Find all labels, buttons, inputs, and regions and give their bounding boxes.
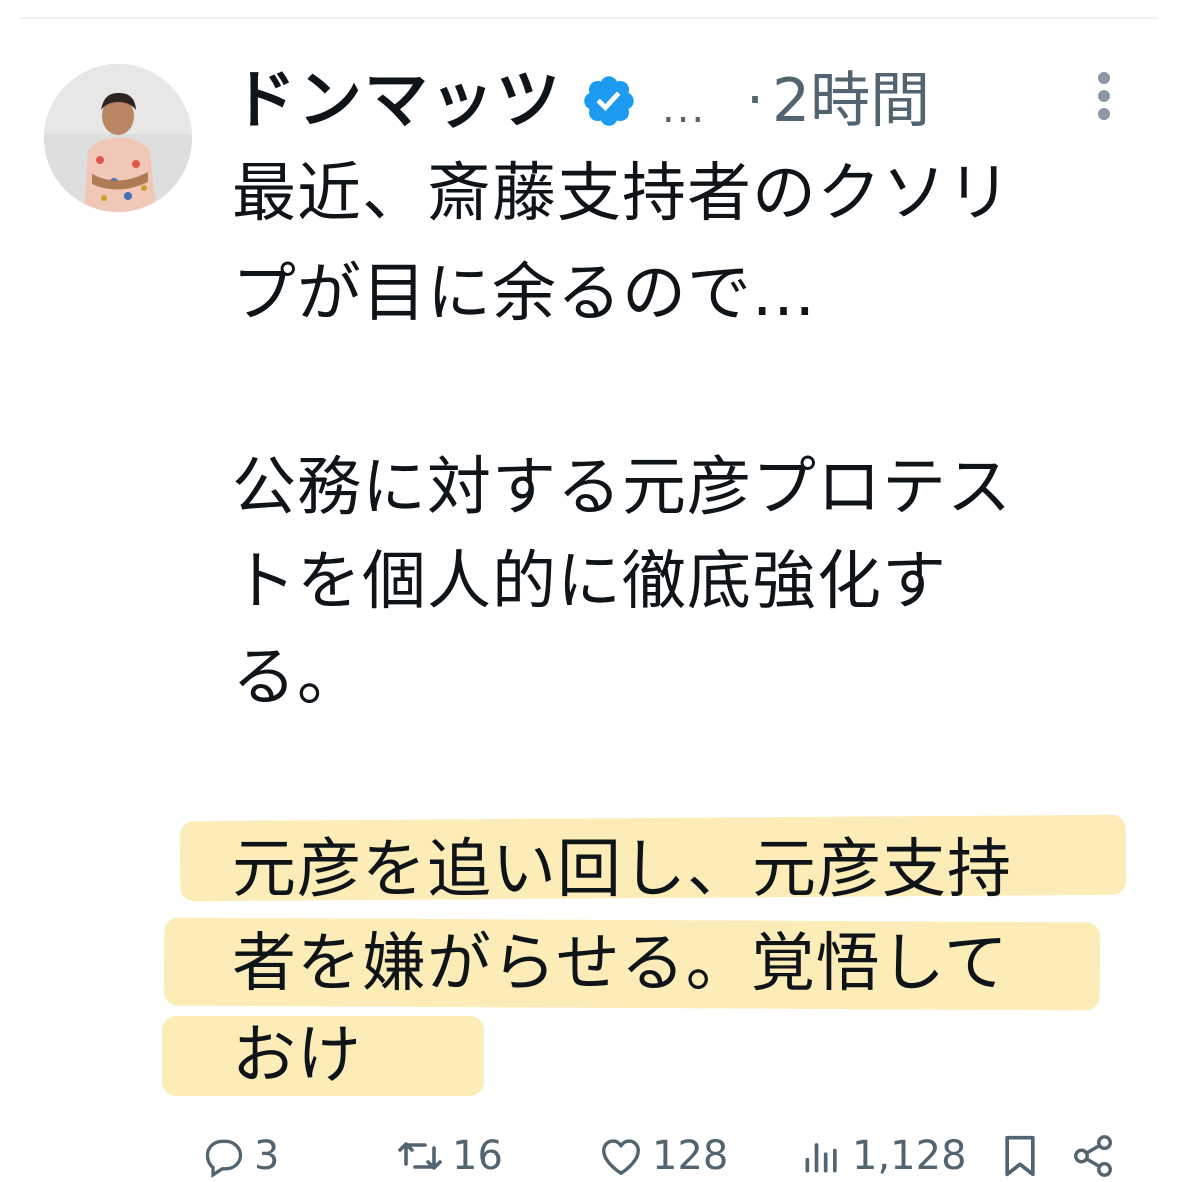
verified-badge-icon — [584, 76, 634, 126]
avatar[interactable] — [44, 64, 192, 212]
heart-icon — [602, 1139, 640, 1175]
reply-count: 3 — [254, 1133, 280, 1179]
avatar-photo — [44, 64, 192, 212]
repost-icon — [398, 1142, 442, 1170]
reply-icon — [205, 1139, 243, 1178]
post-text-line: 元彦を追い回し、元彦支持 — [232, 833, 1012, 907]
share-button[interactable] — [1070, 1130, 1116, 1182]
bookmark-button[interactable] — [998, 1130, 1042, 1182]
post-text-line: おけ — [232, 1019, 362, 1093]
action-bar: 3 16 128 1,128 — [0, 1130, 1178, 1182]
post-text-line: 最近、斎藤支持者のクソリ — [232, 157, 1012, 231]
divider — [20, 17, 1158, 19]
bookmark-icon — [1005, 1135, 1035, 1177]
post-timestamp[interactable]: 2時間 — [772, 71, 930, 131]
post-text-line: プが目に余るので... — [232, 257, 817, 331]
post-text-line: る。 — [232, 641, 362, 715]
views-icon — [805, 1143, 837, 1173]
share-icon — [1074, 1135, 1112, 1177]
views-count: 1,128 — [852, 1133, 967, 1179]
post-header: ドンマッツ ... · 2時間 — [232, 56, 930, 146]
post-text-line: 公務に対する元彦プロテス — [232, 451, 1012, 525]
views-button[interactable]: 1,128 — [800, 1130, 967, 1182]
like-button[interactable]: 128 — [598, 1130, 728, 1182]
like-count: 128 — [652, 1133, 729, 1179]
repost-button[interactable]: 16 — [396, 1130, 503, 1182]
reply-button[interactable]: 3 — [202, 1130, 279, 1182]
author-handle[interactable]: ... — [662, 89, 706, 129]
time-separator: · — [746, 68, 764, 133]
post-text-line: 者を嫌がらせる。覚悟して — [232, 927, 1009, 1001]
author-name[interactable]: ドンマッツ — [232, 69, 562, 133]
more-vertical-icon[interactable] — [1092, 72, 1116, 120]
post-card: ドンマッツ ... · 2時間 最近、斎藤支持者のクソリ プが目に余るので...… — [0, 0, 1178, 1182]
repost-count: 16 — [452, 1133, 503, 1179]
post-text-line: トを個人的に徹底強化す — [232, 545, 947, 619]
